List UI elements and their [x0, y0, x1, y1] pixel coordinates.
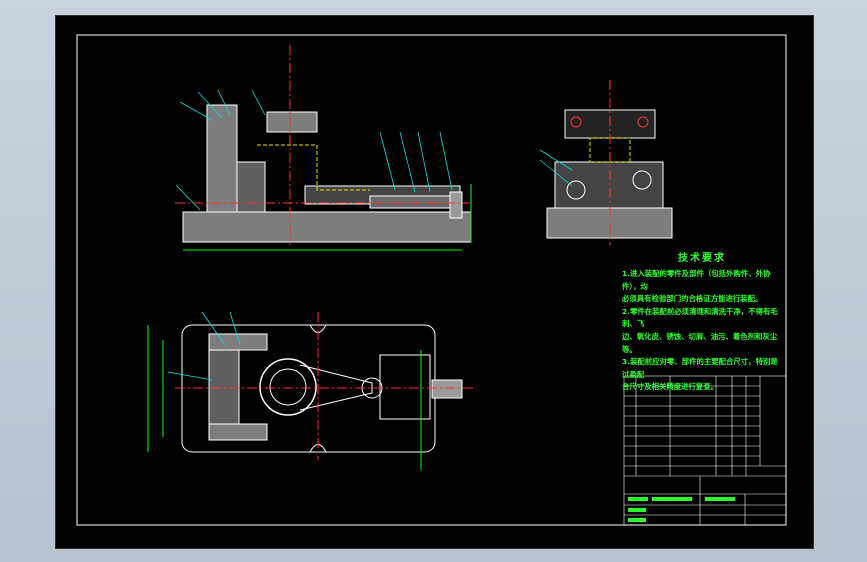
tech-requirements-text: 1.进入装配的零件及部件（包括外购件、外协件），均 必须具有检验部门的合格证方能… [622, 268, 782, 394]
tech-line: 3.装配前应对零、部件的主要配合尺寸，特别是过盈配 [622, 357, 778, 379]
tech-line: 合尺寸及相关精度进行复查。 [622, 382, 719, 392]
tech-line: 必须具有检验部门的合格证方能进行装配。 [622, 294, 763, 304]
top-view [147, 311, 475, 470]
tech-line: 1.进入装配的零件及部件（包括外购件、外协件），均 [622, 269, 771, 291]
tech-requirements-title: 技术要求 [678, 253, 726, 264]
title-block-grid [628, 497, 735, 522]
front-view [175, 45, 472, 251]
tech-line: 边、氧化皮、锈蚀、切屑、油污、着色剂和灰尘等。 [622, 331, 778, 354]
tech-line: 2.零件在装配前必须清理和清洗干净，不得有毛刺、飞 [622, 306, 778, 329]
side-view [539, 80, 673, 245]
title-block [623, 375, 787, 526]
